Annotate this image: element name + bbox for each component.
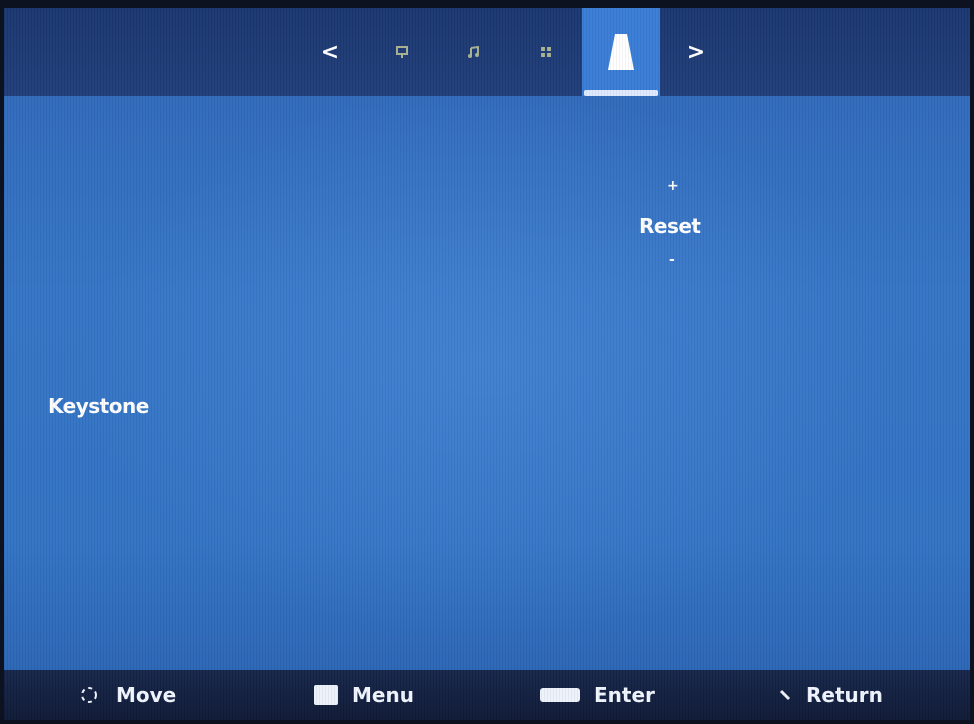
tab-keystone[interactable] xyxy=(582,8,660,96)
hint-return-label: Return xyxy=(806,683,883,707)
keystone-increase-button[interactable]: + xyxy=(667,178,679,194)
keystone-label: Keystone xyxy=(48,394,149,418)
menu-key-icon xyxy=(314,685,338,705)
tab-apps[interactable] xyxy=(510,8,582,96)
picture-icon xyxy=(396,46,408,58)
keystone-decrease-button[interactable]: - xyxy=(669,252,675,268)
chevron-right-icon: > xyxy=(686,39,706,65)
hint-menu: Menu xyxy=(314,670,414,720)
enter-key-icon xyxy=(540,688,580,702)
tab-audio[interactable] xyxy=(438,8,510,96)
tab-prev[interactable]: < xyxy=(294,8,366,96)
return-icon xyxy=(779,689,791,701)
hint-menu-label: Menu xyxy=(352,683,414,707)
hint-move-label: Move xyxy=(116,683,177,707)
hint-enter-label: Enter xyxy=(594,683,655,707)
move-icon xyxy=(81,687,97,703)
chevron-left-icon: < xyxy=(320,39,340,65)
music-note-icon xyxy=(468,45,479,58)
projector-menu-screen: < > + Reset - Keystone Move Menu Enter R… xyxy=(4,8,970,720)
control-hint-bar: Move Menu Enter Return xyxy=(4,670,970,720)
hint-move: Move xyxy=(76,670,176,720)
reset-button[interactable]: Reset xyxy=(639,214,701,238)
hint-enter: Enter xyxy=(540,670,655,720)
menu-tab-bar: < > xyxy=(4,8,970,96)
tab-next[interactable]: > xyxy=(660,8,732,96)
grid-icon xyxy=(541,47,551,57)
tab-picture[interactable] xyxy=(366,8,438,96)
tab-strip: < > xyxy=(294,8,732,96)
keystone-icon xyxy=(608,34,634,70)
hint-return: Return xyxy=(778,670,883,720)
